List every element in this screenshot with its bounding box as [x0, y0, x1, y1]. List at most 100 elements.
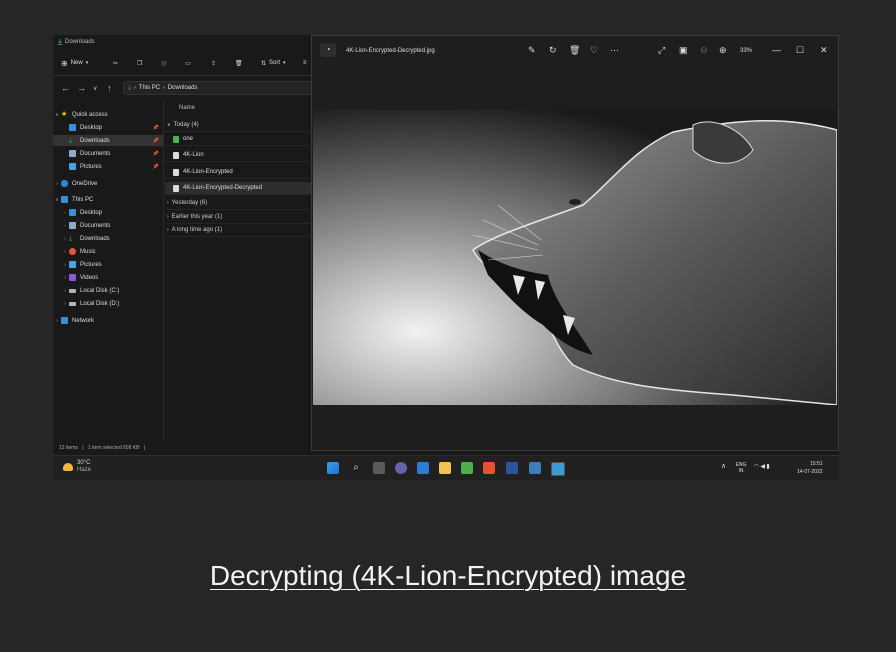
- delete-icon[interactable]: 🗑: [235, 57, 243, 69]
- task-view-icon[interactable]: [373, 462, 385, 474]
- group-header-today[interactable]: ∨ Today (4): [165, 119, 311, 132]
- vscode-icon[interactable]: [417, 462, 429, 474]
- close-icon[interactable]: ✕: [820, 45, 828, 56]
- copy-icon[interactable]: ❐: [137, 57, 142, 69]
- group-header-yesterday[interactable]: › Yesterday (6): [165, 197, 311, 210]
- sidebar-item-label: Local Disk (C:): [80, 287, 120, 294]
- rename-icon[interactable]: ▭: [185, 57, 191, 69]
- breadcrumb-root[interactable]: This PC: [139, 85, 160, 91]
- edit-icon[interactable]: ✎: [528, 45, 536, 56]
- chevron-down-icon: ∨: [167, 122, 171, 128]
- star-icon: ★: [61, 111, 68, 118]
- navigation-pane: ∨ ★ Quick access Desktop 📌 ⤓ Downloads 📌 Docu…: [53, 101, 164, 441]
- clock[interactable]: 15:51 14-07-2022: [797, 460, 823, 476]
- share-icon[interactable]: ⇪: [211, 57, 216, 69]
- pictures-folder-icon: [69, 261, 76, 268]
- sidebar-item-pictures[interactable]: Pictures 📌: [53, 161, 163, 172]
- new-button-label: New: [70, 60, 83, 66]
- more-options-icon[interactable]: ⋯: [610, 45, 619, 56]
- maximize-icon[interactable]: ☐: [796, 45, 804, 56]
- battery-icon[interactable]: ▮: [766, 464, 769, 470]
- breadcrumb-current[interactable]: Downloads: [168, 85, 198, 91]
- rotate-icon[interactable]: ↻: [549, 45, 557, 56]
- sidebar-item-videos[interactable]: › Videos: [53, 272, 163, 283]
- sidebar-item-network[interactable]: › Network: [53, 315, 163, 326]
- fit-window-icon[interactable]: ▣: [679, 45, 688, 56]
- column-header-name[interactable]: Name: [179, 105, 195, 111]
- file-icon: [173, 184, 179, 192]
- sidebar-item-documents[interactable]: Documents 📌: [53, 148, 163, 159]
- sidebar-item-label: Pictures: [80, 261, 102, 268]
- group-label: A long time ago (1): [171, 227, 223, 233]
- group-label: Today (4): [173, 122, 199, 128]
- sort-button[interactable]: ⇅ Sort ▾: [261, 57, 286, 69]
- sidebar-item-local-disk-c[interactable]: › Local Disk (C:): [53, 285, 163, 296]
- taskbar: 30°C Haze ⌕ ∧ ENG IN ◠ ◀ ▮ 15:51 14-07-2…: [53, 455, 839, 480]
- zoom-in-icon[interactable]: ⊕: [719, 45, 727, 56]
- sidebar-item-pc-pictures[interactable]: › Pictures: [53, 259, 163, 270]
- word-icon[interactable]: [506, 462, 518, 474]
- start-windows-icon[interactable]: [327, 462, 339, 474]
- store-icon[interactable]: [461, 462, 473, 474]
- delete-icon[interactable]: 🗑: [569, 45, 580, 56]
- forward-arrow-icon[interactable]: →: [77, 83, 86, 93]
- photos-app-taskbar-icon[interactable]: [551, 462, 565, 476]
- sidebar-item-this-pc[interactable]: ∨ This PC: [53, 194, 163, 205]
- clock-date: 14-07-2022: [797, 469, 823, 475]
- chevron-down-icon: ∨: [55, 111, 59, 118]
- fullscreen-icon[interactable]: ⤢: [658, 45, 665, 56]
- teams-chat-icon[interactable]: [395, 462, 407, 474]
- chevron-right-icon: ›: [64, 261, 66, 268]
- sidebar-item-quick-access[interactable]: ∨ ★ Quick access: [53, 109, 163, 120]
- chevron-right-icon: ›: [64, 222, 66, 229]
- favorite-heart-icon[interactable]: ♡: [590, 45, 598, 56]
- photos-app-icon[interactable]: ◔: [320, 43, 336, 57]
- paste-icon[interactable]: ▤: [161, 57, 167, 69]
- sidebar-item-music[interactable]: › Music: [53, 246, 163, 257]
- sidebar-item-downloads[interactable]: ⤓ Downloads 📌: [53, 135, 163, 146]
- group-header-long-ago[interactable]: › A long time ago (1): [165, 224, 311, 237]
- file-row[interactable]: one: [165, 133, 311, 146]
- image-file-icon: [173, 135, 179, 143]
- sidebar-item-onedrive[interactable]: › OneDrive: [53, 178, 163, 189]
- sidebar-item-local-disk-d[interactable]: › Local Disk (D:): [53, 298, 163, 309]
- python-icon[interactable]: [529, 462, 541, 474]
- back-arrow-icon[interactable]: ←: [61, 83, 70, 93]
- recent-chevron-icon[interactable]: ∨: [93, 85, 97, 92]
- wifi-icon[interactable]: ◠: [754, 464, 759, 470]
- region-indicator[interactable]: IN: [736, 468, 747, 474]
- sidebar-item-pc-desktop[interactable]: › Desktop: [53, 207, 163, 218]
- desktop-folder-icon: [69, 124, 76, 131]
- file-icon: [173, 168, 179, 176]
- weather-temperature: 30°C: [77, 460, 91, 466]
- view-icon[interactable]: ≡: [303, 57, 307, 69]
- search-icon[interactable]: ⌕: [350, 462, 362, 474]
- weather-haze-icon: [63, 463, 73, 471]
- sidebar-item-pc-documents[interactable]: › Documents: [53, 220, 163, 231]
- weather-widget[interactable]: 30°C Haze: [63, 460, 91, 474]
- brave-browser-icon[interactable]: [483, 462, 495, 474]
- new-button[interactable]: ⊕ New ▾: [61, 57, 88, 69]
- desktop-folder-icon: [69, 209, 76, 216]
- file-row[interactable]: 4K-Lion: [165, 149, 311, 162]
- group-label: Yesterday (6): [171, 200, 208, 206]
- status-bar: 12 items | 1 item selected 608 KB |: [59, 445, 146, 451]
- file-row-selected[interactable]: 4K-Lion-Encrypted-Decrypted: [165, 182, 311, 195]
- chevron-right-icon: ›: [64, 300, 66, 307]
- cut-icon[interactable]: ✂: [113, 57, 118, 69]
- sidebar-item-label: Videos: [80, 274, 99, 281]
- group-header-earlier[interactable]: › Earlier this year (1): [165, 211, 311, 224]
- speaker-icon[interactable]: ◀: [760, 464, 765, 470]
- zoom-out-icon[interactable]: ⊖: [700, 45, 708, 56]
- sidebar-item-pc-downloads[interactable]: › ⤓ Downloads: [53, 233, 163, 244]
- file-name: 4K-Lion: [183, 152, 204, 158]
- chevron-up-icon[interactable]: ∧: [721, 463, 726, 470]
- zoom-level[interactable]: 33%: [740, 48, 752, 54]
- file-row[interactable]: 4K-Lion-Encrypted: [165, 166, 311, 179]
- sidebar-item-desktop[interactable]: Desktop 📌: [53, 122, 163, 133]
- up-arrow-icon[interactable]: ↑: [107, 83, 112, 93]
- minimize-icon[interactable]: —: [772, 45, 781, 55]
- chevron-right-icon: ›: [56, 317, 58, 324]
- sidebar-item-label: Desktop: [80, 209, 103, 216]
- file-explorer-icon[interactable]: [439, 462, 451, 474]
